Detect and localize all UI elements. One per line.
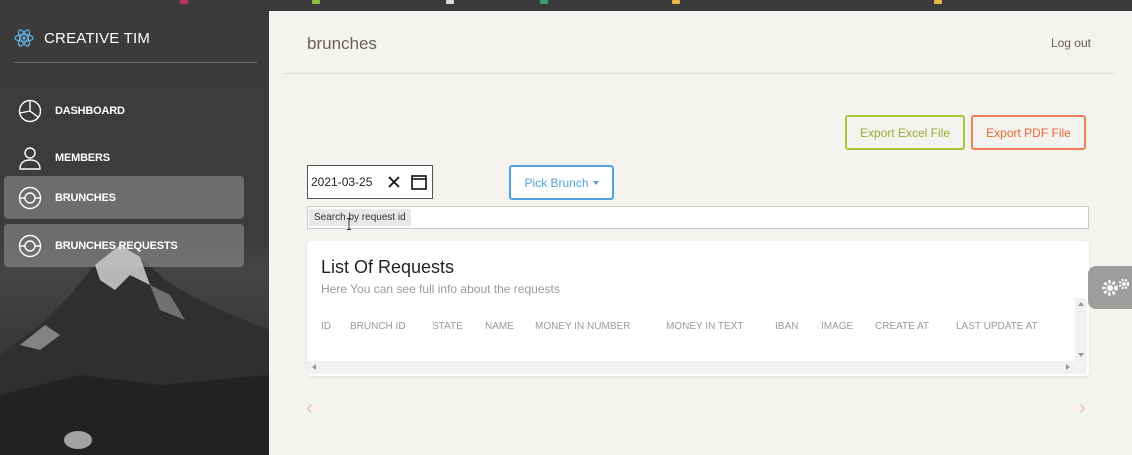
compass-icon [18,186,42,209]
page-title: brunches [307,34,377,53]
divider [14,62,257,63]
bookmark-icon [312,0,320,4]
pick-brunch-label: Pick Brunch [524,175,589,190]
search-input[interactable]: Search by request id [307,206,1089,229]
gear-icon [1102,278,1130,296]
brand-name: CREATIVE TIM [44,29,151,47]
bookmark-icon [180,0,188,4]
scroll-left-icon[interactable] [312,364,316,370]
chart-pie-icon [18,99,42,122]
horizontal-scrollbar[interactable] [307,361,1087,374]
column-header[interactable]: STATE [432,321,463,332]
column-header[interactable]: ID [321,321,331,332]
bookmark-icon [672,0,680,4]
logout-link[interactable]: Log out [1051,36,1091,50]
table-header: ID BRUNCH ID STATE NAME MONEY IN NUMBER … [307,321,1077,337]
main-panel: brunches Log out Export Excel File Expor… [269,11,1132,455]
scroll-right-icon[interactable] [1066,364,1070,370]
sidebar-item-label: BRUNCHES REQUESTS [55,239,178,252]
pagination-prev[interactable]: ‹ [306,397,313,420]
mountain-background [0,245,269,455]
browser-bookmark-strip [0,0,1132,11]
column-header[interactable]: CREATE AT [875,321,929,332]
close-icon[interactable] [385,173,403,191]
scroll-up-icon[interactable] [1078,302,1084,306]
date-picker[interactable]: 2021-03-25 [307,165,433,199]
sidebar-item-brunches[interactable]: BRUNCHES [4,176,244,219]
search-placeholder: Search by request id [309,209,411,226]
requests-card: List Of Requests Here You can see full i… [307,241,1089,376]
sidebar: CREATIVE TIM DASHBOARD MEMBERS BRUNCHES [0,11,269,455]
export-excel-button[interactable]: Export Excel File [845,115,965,150]
pagination-next[interactable]: › [1079,397,1086,420]
caret-down-icon [592,180,599,185]
column-header[interactable]: MONEY IN NUMBER [535,321,630,332]
sidebar-item-label: DASHBOARD [55,104,125,117]
column-header[interactable]: NAME [485,321,514,332]
bookmark-icon [934,0,942,4]
sidebar-item-members[interactable]: MEMBERS [4,136,244,179]
settings-plugin[interactable] [1088,266,1132,309]
sidebar-item-label: BRUNCHES [55,191,116,204]
export-pdf-button[interactable]: Export PDF File [971,115,1086,150]
card-title: List Of Requests [321,257,455,277]
pick-brunch-dropdown[interactable]: Pick Brunch [509,165,614,200]
calendar-icon[interactable] [410,173,428,191]
column-header[interactable]: BRUNCH ID [350,321,406,332]
sidebar-item-brunches-requests[interactable]: BRUNCHES REQUESTS [4,224,244,267]
sidebar-item-dashboard[interactable]: DASHBOARD [4,89,244,132]
column-header[interactable]: LAST UPDATE AT [956,321,1038,332]
vertical-scrollbar[interactable] [1075,298,1087,361]
brand[interactable]: CREATIVE TIM [14,27,150,49]
sidebar-item-label: MEMBERS [55,151,110,164]
scroll-down-icon[interactable] [1078,353,1084,357]
react-logo-icon [14,29,34,47]
bookmark-icon [540,0,548,4]
date-value: 2021-03-25 [311,175,373,189]
column-header[interactable]: IBAN [775,321,798,332]
compass-icon [18,234,42,257]
card-subtitle: Here You can see full info about the req… [321,282,560,296]
column-header[interactable]: MONEY IN TEXT [666,321,743,332]
user-icon [19,146,41,170]
text-cursor-icon [347,218,351,230]
top-navbar: brunches Log out [283,11,1115,74]
column-header[interactable]: IMAGE [821,321,853,332]
bookmark-icon [446,0,454,4]
